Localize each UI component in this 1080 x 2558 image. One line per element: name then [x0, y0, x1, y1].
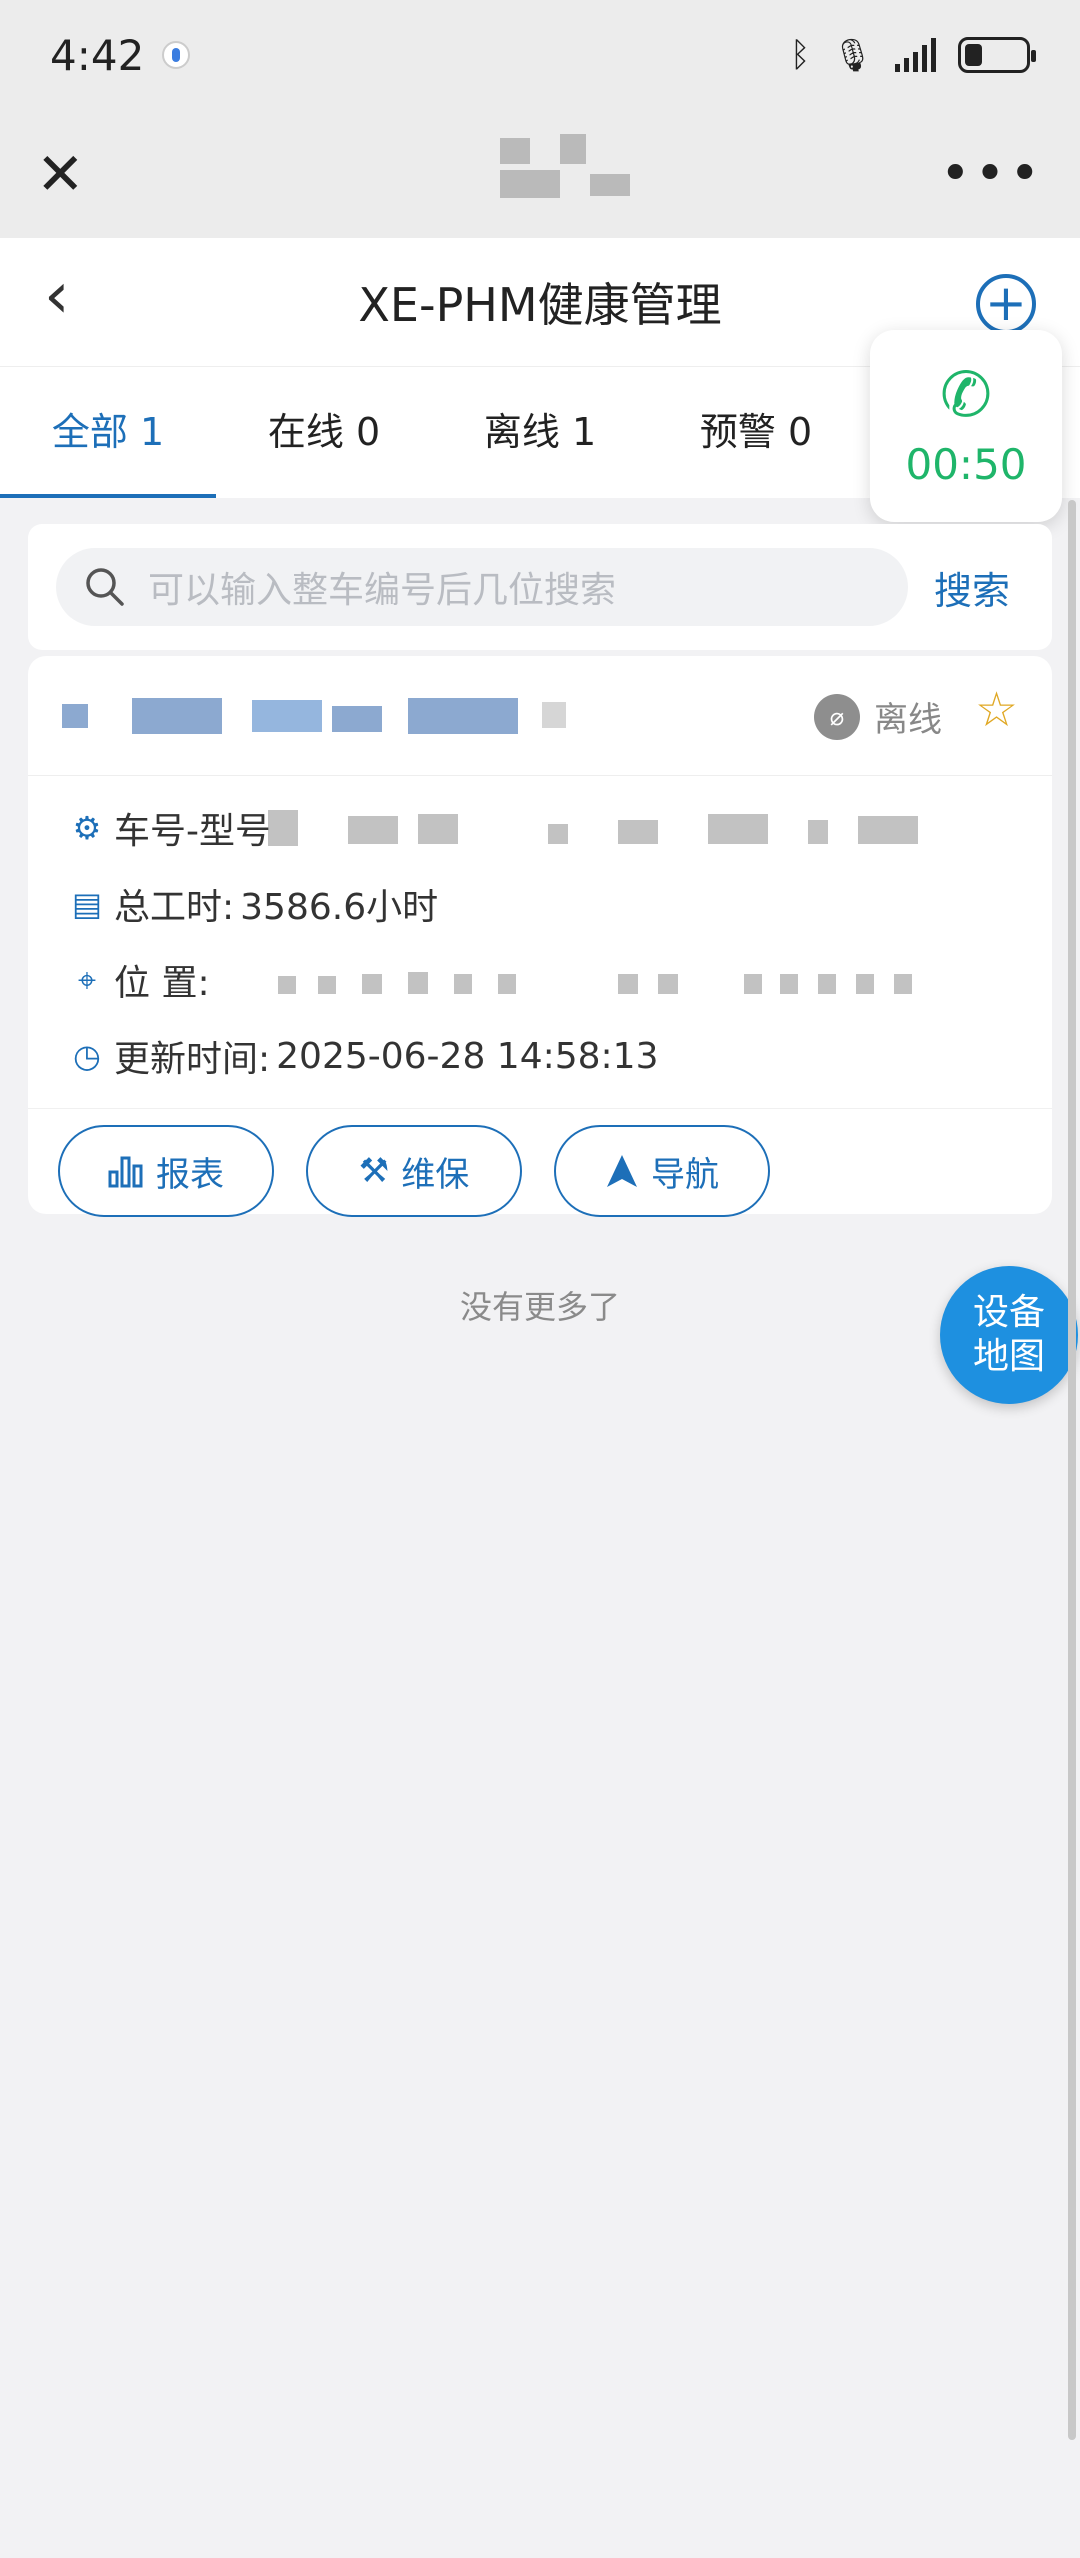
hours-label: 总工时:	[114, 887, 235, 928]
chevron-left-icon[interactable]: ‹	[44, 264, 70, 328]
offline-wifi-icon: ⌀	[814, 693, 860, 740]
call-timer: 00:50	[905, 439, 1027, 489]
model-label: 车号-型号	[114, 811, 271, 852]
tab-offline[interactable]: 离线 1	[432, 367, 648, 498]
location-label: 位 置:	[114, 963, 210, 1004]
navigation-arrow-icon	[607, 1155, 637, 1187]
microphone-icon: 🎙	[832, 36, 873, 74]
scrollbar[interactable]	[1068, 500, 1076, 2440]
status-badge: 离线	[874, 700, 942, 740]
search-button[interactable]: 搜索	[934, 560, 1010, 615]
battery-icon	[958, 37, 1036, 73]
close-icon[interactable]: ✕	[36, 145, 85, 203]
location-pin-icon: ⌖	[77, 961, 97, 999]
device-card-header: ⌀ 离线 ☆	[28, 656, 1052, 776]
search-bar: 可以输入整车编号后几位搜索 搜索	[28, 524, 1052, 650]
navigate-label: 导航	[651, 1154, 719, 1195]
info-row-hours: ▤ 总工时: 3586.6小时	[28, 866, 1052, 942]
clock-icon: ◷	[73, 1037, 101, 1075]
status-bar: 4:42 ᛒ 🎙	[0, 0, 1080, 110]
mic-indicator-icon	[162, 41, 191, 69]
device-actions: 报表 ⚒ 维保 导航	[28, 1108, 1052, 1217]
webview-bar: ✕ •••	[0, 110, 1080, 238]
device-map-button[interactable]: 设备 地图	[940, 1266, 1078, 1404]
device-name-blurred	[62, 698, 582, 738]
page-origin-title-blurred	[460, 130, 660, 220]
maintenance-button[interactable]: ⚒ 维保	[306, 1125, 522, 1217]
bar-chart-icon	[108, 1156, 143, 1188]
map-button-line2: 地图	[972, 1336, 1045, 1377]
status-time-group: 4:42	[50, 30, 191, 80]
bluetooth-icon: ᛒ	[789, 35, 811, 75]
gear-icon: ⚙	[72, 809, 102, 847]
search-icon	[86, 568, 124, 606]
plus-circle-icon[interactable]: +	[976, 274, 1036, 334]
report-label: 报表	[156, 1154, 224, 1195]
document-clock-icon: ▤	[71, 885, 103, 923]
info-row-location: ⌖ 位 置:	[28, 942, 1052, 1018]
model-value-blurred	[268, 810, 928, 848]
tab-all[interactable]: 全部 1	[0, 367, 216, 498]
search-input[interactable]: 可以输入整车编号后几位搜索	[56, 548, 908, 626]
search-placeholder: 可以输入整车编号后几位搜索	[148, 570, 617, 611]
hours-value: 3586.6小时	[240, 887, 439, 928]
call-widget[interactable]: ✆ 00:50	[870, 330, 1062, 522]
status-time: 4:42	[50, 30, 145, 80]
map-button-line1: 设备	[972, 1292, 1045, 1333]
info-row-model: ⚙ 车号-型号	[28, 790, 1052, 866]
tab-warning[interactable]: 预警 0	[648, 367, 864, 498]
phone-icon: ✆	[940, 357, 992, 431]
maintenance-label: 维保	[401, 1154, 470, 1195]
device-card[interactable]: ⌀ 离线 ☆ ⚙ 车号-型号 ▤ 总工时: 3586.6小时 ⌖ 位 置: ◷ …	[28, 656, 1052, 1217]
update-value: 2025-06-28 14:58:13	[276, 1035, 659, 1077]
location-value-blurred	[278, 962, 918, 1000]
list-end-text: 没有更多了	[459, 1288, 620, 1326]
more-dots-icon[interactable]: •••	[940, 148, 1044, 200]
status-icons: ᛒ 🎙	[789, 35, 1036, 75]
tools-icon: ⚒	[358, 1151, 390, 1191]
signal-icon	[895, 38, 936, 72]
report-button[interactable]: 报表	[58, 1125, 274, 1217]
favorite-star-icon[interactable]: ☆	[975, 686, 1018, 734]
tab-online[interactable]: 在线 0	[216, 367, 432, 498]
navigate-button[interactable]: 导航	[554, 1125, 770, 1217]
info-row-updated: ◷ 更新时间: 2025-06-28 14:58:13	[28, 1018, 1052, 1094]
device-status: ⌀ 离线	[814, 692, 942, 741]
update-label: 更新时间:	[114, 1039, 271, 1080]
page-title: XE-PHM健康管理	[358, 278, 722, 332]
